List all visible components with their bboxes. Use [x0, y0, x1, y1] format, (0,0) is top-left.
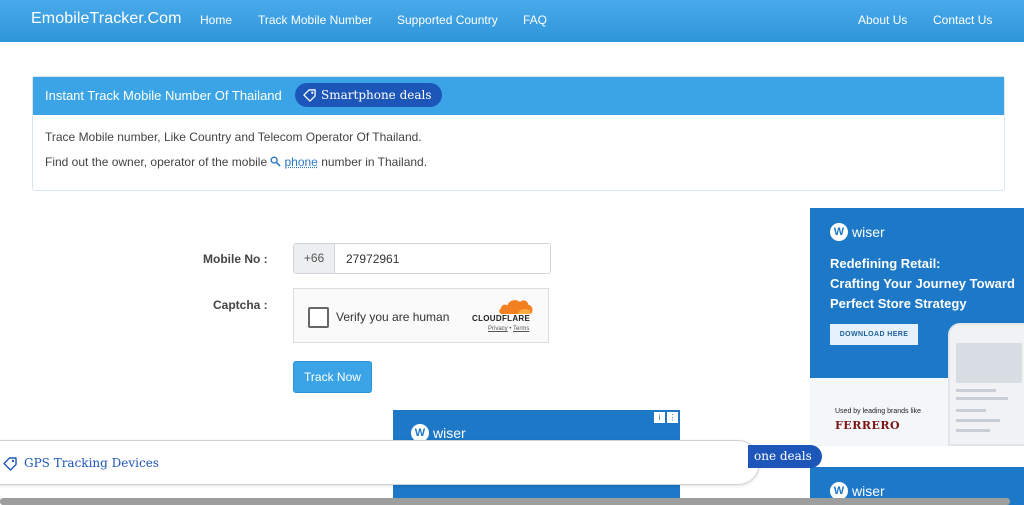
wiser-logo-text: wiser	[852, 224, 885, 240]
captcha-label: Captcha :	[213, 298, 268, 312]
ad-used-by: Used by leading brands like	[835, 408, 921, 415]
advertisement-right[interactable]: W wiser Redefining Retail: Crafting Your…	[810, 208, 1024, 446]
page-title: Instant Track Mobile Number Of Thailand	[45, 88, 282, 103]
mobile-number-input[interactable]	[336, 244, 550, 273]
mobile-label: Mobile No :	[203, 252, 268, 266]
top-navbar: EmobileTracker.Com Home Track Mobile Num…	[0, 0, 1024, 42]
tag-icon	[303, 89, 316, 102]
wiser-logo: W wiser	[830, 223, 885, 241]
cloudflare-wordmark: CLOUDFLARE	[472, 314, 531, 323]
nav-about-us[interactable]: About Us	[858, 13, 907, 27]
wiser-logo-icon: W	[830, 223, 848, 241]
info-panel: Instant Track Mobile Number Of Thailand …	[32, 76, 1005, 191]
ad-headline-line: Perfect Store Strategy	[830, 296, 967, 311]
nav-track-mobile-number[interactable]: Track Mobile Number	[258, 13, 372, 27]
ferrero-logo: FERRERO	[835, 419, 901, 432]
screen-line	[956, 419, 1000, 422]
captcha-checkbox[interactable]	[308, 307, 329, 328]
search-icon	[270, 156, 282, 167]
smartphone-deals-link[interactable]: Smartphone deals	[295, 83, 442, 107]
brand-link[interactable]: EmobileTracker.Com	[31, 10, 182, 28]
track-now-button[interactable]: Track Now	[293, 361, 372, 393]
info-icon[interactable]: i	[654, 412, 665, 423]
horizontal-scrollbar[interactable]	[0, 498, 1010, 505]
ad-headline-line: Crafting Your Journey Toward	[830, 276, 1015, 291]
phone-screen-image	[956, 343, 1022, 383]
phone-mockup-image	[948, 323, 1024, 446]
phone-deals-link[interactable]: one deals	[748, 445, 822, 468]
screen-line	[956, 389, 996, 392]
panel-description: Trace Mobile number, Like Country and Te…	[45, 130, 422, 144]
panel-heading: Instant Track Mobile Number Of Thailand …	[33, 77, 1004, 115]
more-icon[interactable]: ⋮	[667, 412, 678, 423]
cloudflare-logo: CLOUDFLARE Privacy • Terms	[472, 297, 542, 337]
mobile-input-group: +66	[293, 243, 551, 274]
nav-faq[interactable]: FAQ	[523, 13, 547, 27]
download-here-button[interactable]: DOWNLOAD HERE	[830, 324, 918, 345]
phone-link[interactable]: phone	[284, 155, 317, 169]
tag-icon	[3, 457, 17, 471]
screen-line	[956, 397, 1008, 400]
ad-choices[interactable]: i ⋮	[654, 412, 678, 423]
panel-description-2: Find out the owner, operator of the mobi…	[45, 155, 427, 169]
ad-headline-line: Redefining Retail:	[830, 256, 941, 271]
screen-line	[956, 409, 986, 412]
wiser-logo-text: wiser	[852, 483, 885, 499]
terms-link[interactable]: Terms	[513, 326, 529, 332]
captcha-text: Verify you are human	[336, 310, 450, 324]
line2-suffix: number in Thailand.	[321, 155, 428, 169]
nav-contact-us[interactable]: Contact Us	[933, 13, 992, 27]
privacy-link[interactable]: Privacy	[488, 326, 508, 332]
wiser-logo-text: wiser	[433, 425, 466, 441]
nav-home[interactable]: Home	[200, 13, 232, 27]
country-code-prefix: +66	[294, 244, 335, 273]
screen-line	[956, 429, 990, 432]
cloud-icon	[499, 300, 533, 314]
line2-prefix: Find out the owner, operator of the mobi…	[45, 155, 268, 169]
deal-label: Smartphone deals	[321, 88, 432, 102]
cloudflare-captcha: Verify you are human CLOUDFLARE Privacy …	[293, 288, 549, 343]
gps-tracking-label: GPS Tracking Devices	[24, 456, 159, 470]
nav-supported-country[interactable]: Supported Country	[397, 13, 498, 27]
captcha-links: Privacy • Terms	[488, 326, 529, 332]
captcha-separator: •	[509, 326, 512, 332]
ad-headline: Redefining Retail: Crafting Your Journey…	[830, 254, 1015, 314]
gps-tracking-bar[interactable]: GPS Tracking Devices	[0, 440, 760, 485]
